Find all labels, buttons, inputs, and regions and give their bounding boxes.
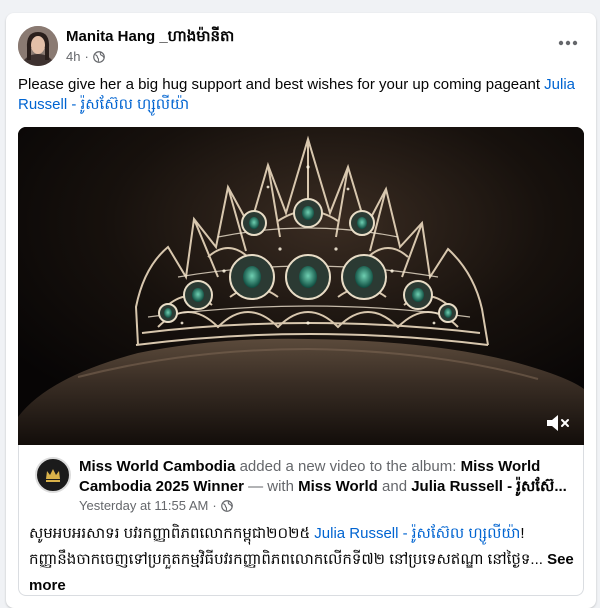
author-avatar[interactable] — [18, 26, 58, 66]
attachment-headline: Miss World Cambodia added a new video to… — [79, 457, 575, 497]
post-time[interactable]: 4h — [66, 49, 80, 64]
body-mention-link[interactable]: Julia Russell - រ៉ូសស៊ែល ហ្សូលីយ៉ា — [314, 525, 520, 542]
crown-video-frame — [18, 127, 584, 445]
tag-miss-world[interactable]: Miss World — [298, 478, 378, 495]
with-text: — with — [243, 478, 299, 495]
body-prefix: សូមអបអរសាទរ បវរកញ្ញាពិភពលោកកម្ពុជា២០២៥ — [29, 525, 315, 542]
globe-icon — [92, 50, 105, 63]
and-text: and — [377, 478, 412, 495]
attachment-separator: · — [212, 498, 217, 513]
post-message: Please give her a big hug support and be… — [18, 75, 584, 115]
globe-icon — [220, 499, 233, 512]
mute-button[interactable] — [544, 411, 572, 435]
more-options-button[interactable] — [552, 29, 584, 57]
attachment-action: added a new video to the album: — [235, 458, 461, 475]
crown-logo-icon — [46, 469, 60, 482]
feed-post: Manita Hang _ហាងម៉ានីតា 4h · Please give… — [6, 13, 596, 608]
body-rest: កញ្ញានឹងចាកចេញទៅប្រកួតកម្មវិធីបវរកញ្ញាពិ… — [29, 551, 548, 568]
post-message-text: Please give her a big hug support and be… — [18, 76, 545, 93]
tag-julia-russell[interactable]: Julia Russell - រ៉ូសស៊ែ... — [411, 478, 567, 495]
attachment-meta: Yesterday at 11:55 AM · — [79, 498, 233, 513]
page-name[interactable]: Miss World Cambodia — [79, 458, 235, 475]
attachment-time[interactable]: Yesterday at 11:55 AM — [79, 498, 208, 513]
page-logo[interactable] — [35, 457, 71, 493]
meta-separator: · — [84, 49, 89, 64]
attachment-card: Miss World Cambodia added a new video to… — [18, 445, 584, 596]
attachment-text: សូមអបអរសាទរ បវរកញ្ញាពិភពលោកកម្ពុជា២០២៥ J… — [29, 521, 575, 599]
post-meta: 4h · — [66, 49, 105, 64]
author-name[interactable]: Manita Hang _ហាងម៉ានីតា — [66, 27, 234, 49]
post-header: Manita Hang _ហាងម៉ានីតា 4h · — [18, 25, 584, 69]
speaker-muted-icon — [547, 415, 569, 431]
body-exclamation: ! — [520, 525, 525, 542]
more-dots-icon — [558, 40, 578, 46]
video-player[interactable] — [18, 127, 584, 445]
